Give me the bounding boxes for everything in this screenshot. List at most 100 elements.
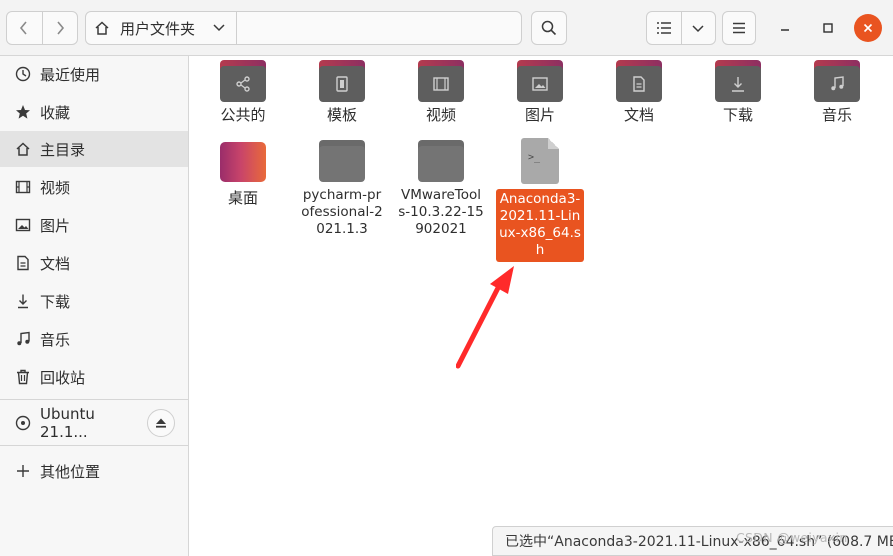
search-icon — [541, 20, 557, 36]
sidebar-item-other-locations[interactable]: 其他位置 — [0, 453, 188, 489]
annotation-arrow — [456, 266, 514, 369]
folder-icon — [616, 60, 662, 102]
sidebar: 最近使用 收藏 主目录 视频 图片 文档 下载 音乐 回收站 Ubuntu 21… — [0, 56, 189, 556]
sidebar-item-label: 图片 — [40, 216, 71, 235]
plus-icon — [15, 463, 31, 479]
path-label: 用户文件夹 — [120, 19, 196, 38]
sidebar-item-trash[interactable]: 回收站 — [0, 359, 188, 395]
file-name: 公共的 — [220, 106, 266, 124]
navigation-buttons — [6, 11, 78, 45]
chevron-down-icon[interactable] — [212, 20, 226, 34]
video-icon — [433, 77, 449, 91]
sidebar-item-recent[interactable]: 最近使用 — [0, 56, 188, 92]
file-item-downloads[interactable]: 下载 — [692, 60, 784, 124]
sidebar-item-device[interactable]: Ubuntu 21.1... — [0, 405, 140, 441]
sidebar-item-label: 主目录 — [40, 140, 86, 159]
folder-icon — [319, 60, 365, 102]
file-item-pictures[interactable]: 图片 — [494, 60, 586, 124]
download-icon — [15, 293, 31, 309]
sidebar-item-label: 视频 — [40, 178, 71, 197]
file-item-templates[interactable]: 模板 — [296, 60, 388, 124]
sidebar-item-documents[interactable]: 文档 — [0, 245, 188, 281]
view-options-button[interactable] — [680, 12, 716, 44]
file-name: VMwareTools-10.3.22-15902021 — [398, 187, 484, 237]
path-segment-home[interactable]: 用户文件夹 — [86, 12, 237, 44]
sidebar-item-label: 收藏 — [40, 103, 71, 122]
sidebar-item-downloads[interactable]: 下载 — [0, 283, 188, 319]
folder-icon — [814, 60, 860, 102]
video-icon — [15, 179, 31, 195]
list-view-button[interactable] — [647, 12, 681, 44]
file-name: 文档 — [623, 106, 654, 124]
view-switcher — [646, 11, 716, 45]
star-icon — [15, 104, 31, 120]
path-bar: 用户文件夹 — [85, 11, 522, 45]
list-view-icon — [656, 22, 671, 34]
file-item-videos[interactable]: 视频 — [395, 60, 487, 124]
sidebar-item-starred[interactable]: 收藏 — [0, 94, 188, 130]
sidebar-item-label: 下载 — [40, 292, 71, 311]
sidebar-item-label: 回收站 — [40, 368, 86, 387]
eject-button[interactable] — [147, 409, 175, 437]
file-name: 音乐 — [821, 106, 852, 124]
file-item-documents[interactable]: 文档 — [593, 60, 685, 124]
script-file-icon: >_ — [521, 138, 559, 184]
folder-icon — [319, 140, 365, 182]
file-item-vmwaretools[interactable]: VMwareTools-10.3.22-15902021 — [395, 140, 487, 238]
file-name: Anaconda3-2021.11-Linux-x86_64.sh — [496, 189, 584, 262]
watermark: CSDN @weiyaxin — [736, 530, 848, 545]
file-name: 下载 — [722, 106, 753, 124]
file-name: 视频 — [425, 106, 456, 124]
sidebar-divider — [0, 399, 188, 400]
chevron-left-icon — [20, 21, 27, 35]
hamburger-menu-icon — [733, 22, 745, 34]
home-icon — [95, 21, 109, 35]
home-icon — [15, 141, 31, 157]
recent-icon — [15, 66, 31, 82]
chevron-right-icon — [57, 21, 64, 35]
image-icon — [15, 217, 31, 233]
close-button[interactable] — [854, 14, 882, 42]
menu-button[interactable] — [722, 11, 756, 45]
file-item-desktop[interactable]: 桌面 — [197, 142, 289, 207]
folder-icon — [715, 60, 761, 102]
eject-icon — [156, 418, 166, 428]
file-name: 模板 — [326, 106, 357, 124]
sidebar-divider — [0, 445, 188, 446]
file-item-public[interactable]: 公共的 — [197, 60, 289, 124]
disc-icon — [15, 415, 31, 431]
sidebar-item-music[interactable]: 音乐 — [0, 321, 188, 357]
desktop-folder-icon — [220, 142, 266, 182]
document-icon — [15, 255, 31, 271]
folder-icon — [418, 60, 464, 102]
file-item-pycharm[interactable]: pycharm-professional-2021.1.3 — [296, 140, 388, 238]
search-button[interactable] — [531, 11, 567, 45]
folder-icon — [517, 60, 563, 102]
music-icon — [15, 331, 31, 347]
image-icon — [532, 77, 548, 91]
minimize-button[interactable] — [771, 14, 799, 42]
forward-button[interactable] — [41, 12, 78, 44]
folder-icon — [220, 60, 266, 102]
sidebar-item-home[interactable]: 主目录 — [0, 131, 188, 167]
file-name: 桌面 — [227, 189, 258, 207]
file-item-anaconda-script[interactable]: >_ Anaconda3-2021.11-Linux-x86_64.sh — [494, 138, 586, 262]
trash-icon — [15, 369, 31, 385]
terminal-prompt-glyph: >_ — [528, 152, 541, 163]
sidebar-item-videos[interactable]: 视频 — [0, 169, 188, 205]
minimize-icon — [781, 29, 789, 31]
sidebar-item-label: 其他位置 — [40, 462, 101, 481]
maximize-icon — [823, 23, 833, 33]
file-item-music[interactable]: 音乐 — [791, 60, 883, 124]
sidebar-item-pictures[interactable]: 图片 — [0, 207, 188, 243]
template-icon — [336, 76, 348, 92]
sidebar-item-label: 音乐 — [40, 330, 71, 349]
folder-icon — [418, 140, 464, 182]
document-icon — [633, 76, 645, 92]
file-name: 图片 — [524, 106, 555, 124]
sidebar-item-label: 最近使用 — [40, 65, 101, 84]
chevron-down-icon — [692, 25, 704, 33]
header-bar: 用户文件夹 — [0, 0, 893, 56]
back-button[interactable] — [7, 12, 42, 44]
maximize-button[interactable] — [814, 14, 842, 42]
